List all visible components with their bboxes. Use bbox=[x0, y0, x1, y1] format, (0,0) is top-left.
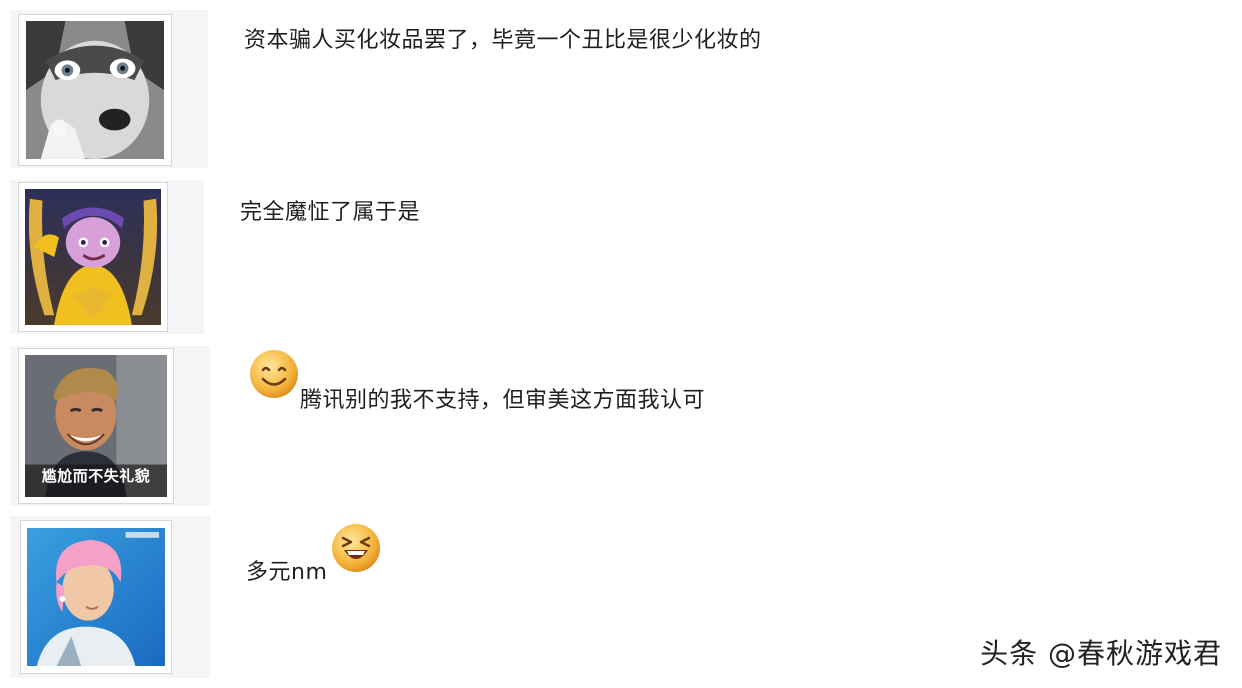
avatar[interactable] bbox=[18, 14, 172, 166]
watermark: 头条 @春秋游戏君 bbox=[980, 637, 1222, 670]
laughing-emoji-icon bbox=[330, 522, 382, 574]
avatar[interactable]: 尴尬而不失礼貌 bbox=[18, 348, 174, 504]
comment-text: 多元nm bbox=[246, 560, 328, 585]
comment-row: 完全魔怔了属于是 bbox=[0, 176, 1242, 336]
comment-row: 资本骗人买化妆品罢了，毕竟一个丑比是很少化妆的 bbox=[0, 0, 1242, 172]
avatar[interactable] bbox=[20, 520, 172, 674]
smile-emoji-icon bbox=[248, 348, 300, 400]
game-hero-icon bbox=[25, 189, 161, 325]
comment-text: 资本骗人买化妆品罢了，毕竟一个丑比是很少化妆的 bbox=[244, 28, 762, 53]
avatar[interactable] bbox=[18, 182, 168, 332]
avatar-caption: 尴尬而不失礼貌 bbox=[41, 467, 151, 485]
pink-hair-person-icon bbox=[27, 528, 165, 666]
comment-text: 腾讯别的我不支持，但审美这方面我认可 bbox=[300, 388, 706, 413]
comment-text: 完全魔怔了属于是 bbox=[240, 200, 421, 225]
husky-icon bbox=[26, 21, 164, 159]
comment-row: 尴尬而不失礼貌 腾讯别的我不支持，但审美这方面我认可 bbox=[0, 344, 1242, 508]
